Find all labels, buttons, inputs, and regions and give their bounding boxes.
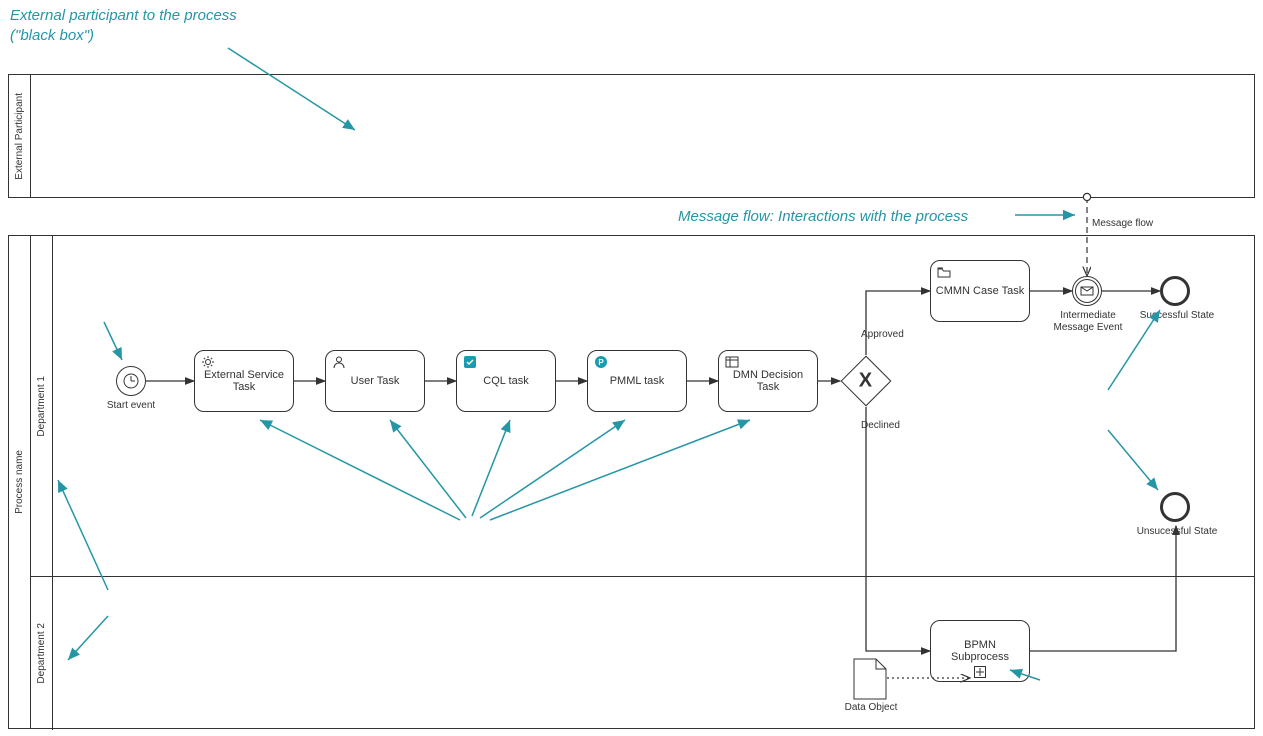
pool-title-external: External Participant <box>14 93 25 180</box>
dmn-icon <box>725 355 739 369</box>
intermediate-event-label: Intermediate Message Event <box>1050 310 1126 334</box>
task-dmn: DMN Decision Task <box>718 350 818 412</box>
end-event-successful-label: Successful State <box>1133 310 1221 322</box>
annotation-external-participant: External participant to the process ("bl… <box>10 6 250 45</box>
task-label: External Service Task <box>199 369 289 393</box>
lane-title-1: Department 1 <box>36 376 47 437</box>
task-bpmn-subprocess: BPMN Subprocess <box>930 620 1030 682</box>
end-event-unsuccessful <box>1160 492 1190 522</box>
task-label: PMML task <box>610 375 665 387</box>
pmml-icon: P <box>594 355 608 369</box>
pool-external-participant: External Participant <box>8 74 1255 198</box>
end-event-successful <box>1160 276 1190 306</box>
lane-title-2: Department 2 <box>36 623 47 684</box>
start-event-label: Start event <box>100 400 162 412</box>
pool-header-process: Process name <box>9 236 31 728</box>
annotation-message-flow: Message flow: Interactions with the proc… <box>678 207 968 227</box>
lane-header-1: Department 1 <box>31 236 53 576</box>
folder-icon <box>937 265 951 279</box>
task-label: CMMN Case Task <box>936 285 1024 297</box>
task-pmml: P PMML task <box>587 350 687 412</box>
task-label: User Task <box>351 375 400 387</box>
task-label: BPMN Subprocess <box>935 639 1025 663</box>
gateway-label-declined: Declined <box>861 420 900 432</box>
gear-icon <box>201 355 215 369</box>
task-cmmn: CMMN Case Task <box>930 260 1030 322</box>
task-user: User Task <box>325 350 425 412</box>
end-event-unsuccessful-label: Unsucessful State <box>1128 526 1226 538</box>
gateway-label-approved: Approved <box>861 329 904 341</box>
intermediate-message-event <box>1072 276 1102 306</box>
data-object <box>853 658 887 700</box>
cql-icon <box>463 355 477 369</box>
subprocess-marker-icon <box>974 666 986 678</box>
lane-header-2: Department 2 <box>31 576 53 730</box>
task-label: DMN Decision Task <box>723 369 813 393</box>
task-external-service: External Service Task <box>194 350 294 412</box>
pool-title-process: Process name <box>14 450 25 514</box>
data-object-label: Data Object <box>840 702 902 714</box>
user-icon <box>332 355 346 369</box>
lane-department-2: Department 2 <box>31 576 1254 730</box>
start-event <box>116 366 146 396</box>
envelope-icon <box>1080 286 1094 296</box>
clock-icon <box>122 372 140 390</box>
message-flow-label: Message flow <box>1092 218 1153 230</box>
svg-text:P: P <box>598 358 604 367</box>
gateway-x-icon: X <box>859 370 872 393</box>
task-cql: CQL task <box>456 350 556 412</box>
task-label: CQL task <box>483 375 528 387</box>
pool-header-external: External Participant <box>9 75 31 197</box>
